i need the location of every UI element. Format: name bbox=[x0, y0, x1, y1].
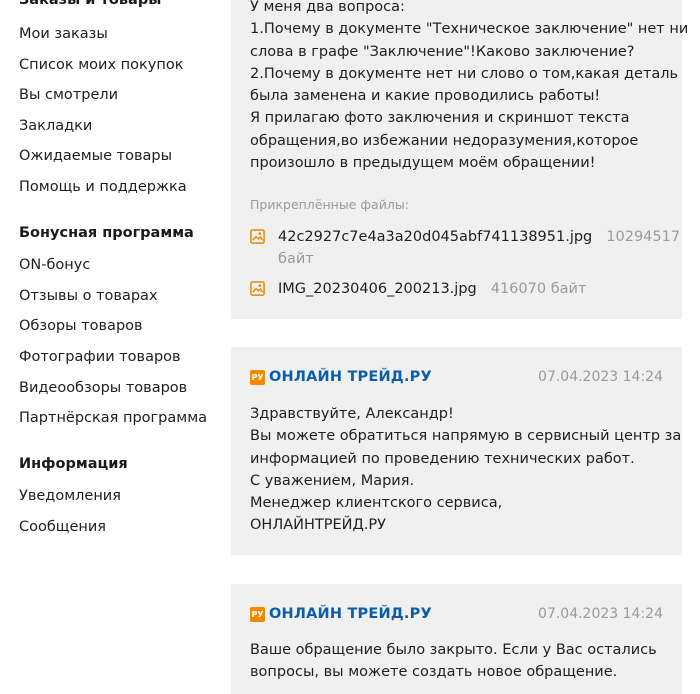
image-file-icon bbox=[250, 281, 265, 296]
message-sender: РУ ОНЛАЙН ТРЕЙД.РУ bbox=[250, 369, 432, 385]
message-line: слова в графе "Заключение"!Каково заключ… bbox=[250, 43, 635, 60]
sidebar-heading-bonus: Бонусная программа bbox=[19, 225, 194, 241]
message-date: 07.04.2023 14:24 bbox=[538, 369, 663, 385]
sidebar-item-video-reviews[interactable]: Видеообзоры товаров bbox=[19, 380, 187, 396]
sidebar-item-messages[interactable]: Сообщения bbox=[19, 519, 106, 535]
store-logo-icon: РУ bbox=[250, 369, 265, 385]
message-line: Здравствуйте, Александр! bbox=[250, 406, 454, 422]
message-line: обращения,во избежании недоразумения,кот… bbox=[250, 132, 639, 149]
message-line: ОНЛАЙНТРЕЙД.РУ bbox=[250, 517, 387, 534]
message-card-store-reply: РУ ОНЛАЙН ТРЕЙД.РУ 07.04.2023 14:24 Здра… bbox=[231, 347, 682, 555]
message-card-customer: У меня два вопроса: 1.Почему в документе… bbox=[231, 0, 689, 319]
message-card-closed-notice: РУ ОНЛАЙН ТРЕЙД.РУ 07.04.2023 14:24 Ваше… bbox=[231, 584, 682, 694]
sidebar-heading-orders: Заказы и товары bbox=[19, 0, 162, 8]
message-line: 1.Почему в документе "Техническое заключ… bbox=[250, 21, 689, 38]
message-line: Ваше обращение было закрыто. Если у Вас … bbox=[250, 642, 657, 658]
message-date: 07.04.2023 14:24 bbox=[538, 606, 663, 622]
message-line: информацией по проведению технических ра… bbox=[250, 450, 635, 467]
message-line: Вы можете обратиться напрямую в сервисны… bbox=[250, 428, 682, 445]
sidebar-item-purchases-list[interactable]: Список моих покупок bbox=[19, 57, 183, 73]
message-line: 2.Почему в документе нет ни слово о том,… bbox=[250, 65, 679, 82]
sidebar-item-notifications[interactable]: Уведомления bbox=[19, 488, 121, 504]
message-line: произошло в предыдущем моём обращении! bbox=[250, 155, 596, 172]
sidebar-item-product-photos[interactable]: Фотографии товаров bbox=[19, 349, 181, 365]
message-line: вопросы, вы можете создать новое обращен… bbox=[250, 664, 618, 681]
attachment-size-unit: байт bbox=[278, 251, 314, 267]
attachment-size: 416070 байт bbox=[490, 281, 587, 297]
sidebar-item-bookmarks[interactable]: Закладки bbox=[19, 118, 92, 134]
attachment-filename[interactable]: 42c2927c7e4a3a20d045abf741138951.jpg bbox=[278, 229, 592, 245]
sidebar-item-expected-goods[interactable]: Ожидаемые товары bbox=[19, 148, 172, 164]
message-body: Здравствуйте, Александр! Вы можете обрат… bbox=[250, 403, 682, 537]
sender-name: ОНЛАЙН ТРЕЙД.РУ bbox=[269, 369, 432, 385]
message-body: Ваше обращение было закрыто. Если у Вас … bbox=[250, 639, 670, 684]
sidebar-heading-info: Информация bbox=[19, 456, 128, 472]
sidebar-item-viewed[interactable]: Вы смотрели bbox=[19, 87, 118, 103]
message-line: С уважением, Мария. bbox=[250, 472, 415, 489]
attachment-item[interactable]: IMG_20230406_200213.jpg 416070 байт bbox=[250, 278, 670, 300]
sidebar-item-on-bonus[interactable]: ON-бонус bbox=[19, 257, 90, 273]
message-body: У меня два вопроса: 1.Почему в документе… bbox=[250, 0, 689, 174]
sidebar-item-help[interactable]: Помощь и поддержка bbox=[19, 179, 187, 195]
sidebar-item-partner-program[interactable]: Партнёрская программа bbox=[19, 410, 207, 426]
message-line: У меня два вопроса: bbox=[250, 0, 405, 15]
message-line: была заменена и какие проводились работы… bbox=[250, 88, 601, 105]
sidebar-item-my-orders[interactable]: Мои заказы bbox=[19, 26, 108, 42]
store-logo-icon: РУ bbox=[250, 606, 265, 622]
attachments-label: Прикреплённые файлы: bbox=[250, 197, 409, 212]
attachment-filename[interactable]: IMG_20230406_200213.jpg bbox=[278, 281, 477, 297]
image-file-icon bbox=[250, 229, 265, 244]
message-line: Я прилагаю фото заключения и скриншот те… bbox=[250, 110, 630, 127]
sidebar-item-product-overviews[interactable]: Обзоры товаров bbox=[19, 318, 143, 334]
message-sender: РУ ОНЛАЙН ТРЕЙД.РУ bbox=[250, 606, 432, 622]
sidebar-item-product-reviews[interactable]: Отзывы о товарах bbox=[19, 288, 158, 304]
attachment-item[interactable]: 42c2927c7e4a3a20d045abf741138951.jpg 1029… bbox=[250, 226, 680, 270]
attachment-size: 10294517 bbox=[606, 229, 681, 245]
message-line: Менеджер клиентского сервиса, bbox=[250, 495, 503, 512]
sender-name: ОНЛАЙН ТРЕЙД.РУ bbox=[269, 606, 432, 622]
